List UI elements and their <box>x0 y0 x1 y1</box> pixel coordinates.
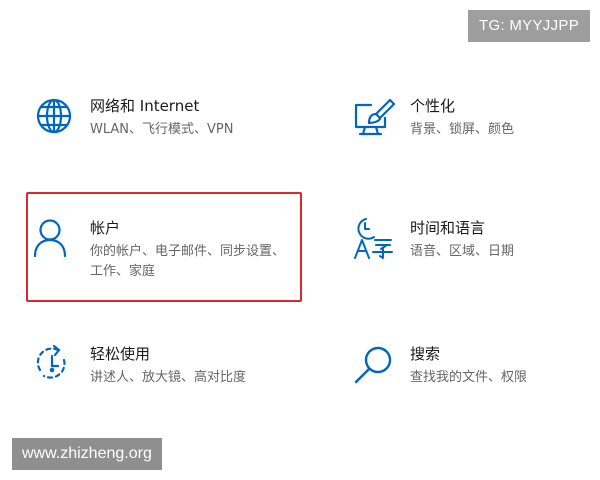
search-title: 搜索 <box>410 345 441 363</box>
settings-tile-personalization[interactable]: 个性化 背景、锁屏、颜色 <box>354 96 574 142</box>
settings-tile-search[interactable]: 搜索 查找我的文件、权限 <box>354 344 574 390</box>
person-icon <box>34 218 78 262</box>
time-language-description: 语音、区域、日期 <box>410 244 515 259</box>
watermark: www.zhizheng.org <box>12 438 162 470</box>
personalization-description: 背景、锁屏、颜色 <box>410 122 515 137</box>
ease-of-access-title: 轻松使用 <box>90 345 151 363</box>
settings-tile-ease-of-access[interactable]: 轻松使用 讲述人、放大镜、高对比度 <box>34 344 284 390</box>
search-description: 查找我的文件、权限 <box>410 370 528 385</box>
network-description: WLAN、飞行模式、VPN <box>90 122 234 137</box>
personalization-title: 个性化 <box>410 97 456 115</box>
time-language-icon <box>354 218 398 262</box>
ease-of-access-description: 讲述人、放大镜、高对比度 <box>90 370 247 385</box>
settings-tile-time-language[interactable]: 时间和语言 语音、区域、日期 <box>354 218 574 264</box>
accounts-description: 你的帐户、电子邮件、同步设置、工作、家庭 <box>90 244 286 279</box>
ease-of-access-icon <box>34 344 78 388</box>
search-icon <box>354 344 398 388</box>
settings-tile-network[interactable]: 网络和 Internet WLAN、飞行模式、VPN <box>34 96 274 142</box>
settings-tile-accounts[interactable]: 帐户 你的帐户、电子邮件、同步设置、工作、家庭 <box>34 218 285 284</box>
tg-badge: TG: MYYJJPP <box>468 10 590 42</box>
network-title: 网络和 Internet <box>90 97 200 115</box>
globe-icon <box>34 96 78 140</box>
personalization-icon <box>354 96 398 140</box>
time-language-title: 时间和语言 <box>410 219 486 237</box>
accounts-title: 帐户 <box>90 219 121 237</box>
